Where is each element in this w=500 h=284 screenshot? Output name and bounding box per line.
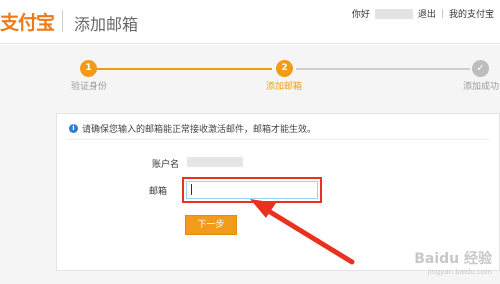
step-2-label: 添加邮箱	[266, 82, 303, 92]
header-divider	[62, 10, 63, 32]
step-3-check-icon: ✓	[472, 60, 489, 77]
notice-divider	[67, 139, 489, 140]
email-input[interactable]	[186, 181, 318, 199]
watermark-main: Baidu 经验	[414, 251, 492, 267]
account-label: 账户名	[151, 160, 179, 170]
step-1-marker: 1	[80, 60, 97, 77]
step-3-label: 添加成功	[463, 82, 500, 92]
text-caret	[191, 184, 192, 195]
notice-text: 请确保您输入的邮箱能正常接收激活邮件，邮箱才能生效。	[82, 125, 317, 135]
greeting-text: 你好	[351, 10, 370, 20]
username-redacted	[374, 8, 413, 19]
info-icon: i	[69, 124, 78, 133]
alipay-logo[interactable]: 支付宝	[0, 8, 55, 35]
step-1-label: 验证身份	[71, 82, 108, 92]
my-alipay-link[interactable]: 我的支付宝	[449, 7, 494, 20]
step-connector-done	[96, 68, 272, 70]
header: 支付宝 添加邮箱 你好 退出 | 我的支付宝	[0, 0, 500, 44]
email-label: 邮箱	[148, 187, 167, 197]
nav-separator: |	[440, 8, 444, 19]
next-step-button[interactable]: 下一步	[185, 215, 237, 235]
user-nav: 你好 退出 | 我的支付宝	[352, 7, 494, 20]
logout-link[interactable]: 退出	[418, 7, 436, 20]
watermark: Baidu 经验 jingyan.baidu.com	[414, 248, 492, 276]
step-connector-todo	[296, 68, 470, 70]
account-value-redacted	[187, 157, 243, 167]
step-2-marker: 2	[276, 60, 293, 77]
notice-bar: i 请确保您输入的邮箱能正常接收激活邮件，邮箱才能生效。	[69, 122, 316, 135]
watermark-sub: jingyan.baidu.com	[427, 268, 492, 276]
page-title: 添加邮箱	[74, 15, 139, 34]
